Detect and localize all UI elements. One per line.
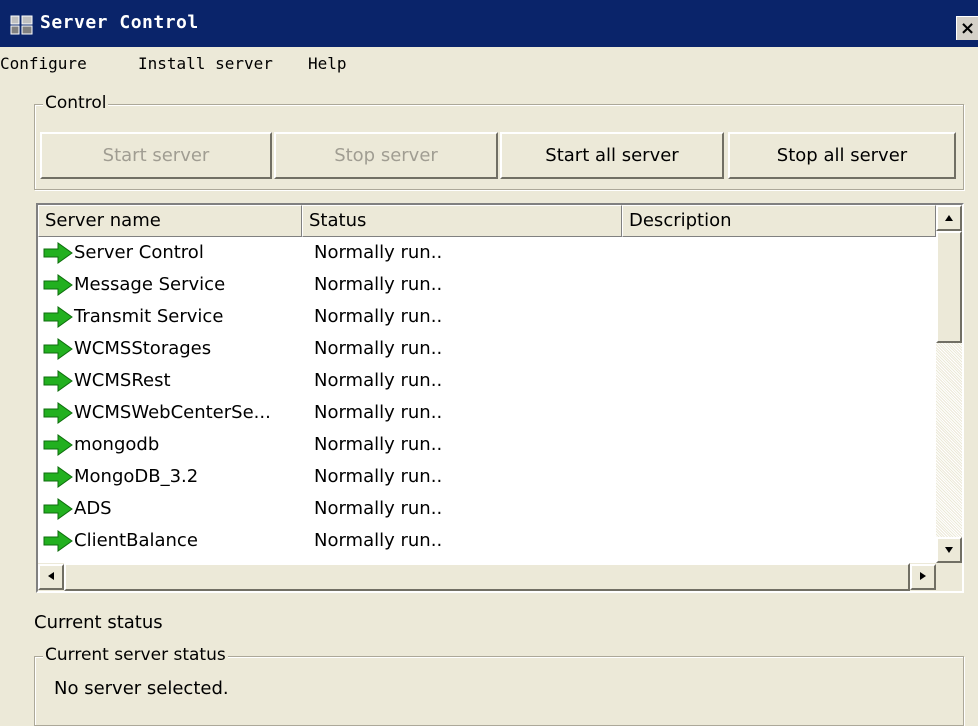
window-title: Server Control xyxy=(40,12,199,33)
table-row[interactable]: ADS Normally run.. xyxy=(38,493,936,525)
menu-install-server[interactable]: Install server xyxy=(138,54,273,73)
green-arrow-icon xyxy=(43,466,73,488)
server-name: Server Control xyxy=(74,242,204,263)
server-name: MongoDB_3.2 xyxy=(74,466,199,487)
server-list[interactable]: Server name Status Description Server Co… xyxy=(36,203,964,593)
horizontal-scrollbar[interactable] xyxy=(38,563,936,591)
server-status: Normally run.. xyxy=(314,306,443,327)
green-arrow-icon xyxy=(43,498,73,520)
current-status-label: Current status xyxy=(34,612,163,633)
scroll-right-button[interactable] xyxy=(910,564,936,590)
close-button[interactable]: × xyxy=(956,16,978,40)
table-row[interactable]: MongoDB_3.2 Normally run.. xyxy=(38,461,936,493)
table-row[interactable]: WCMSWebCenterSe... Normally run.. xyxy=(38,397,936,429)
green-arrow-icon xyxy=(43,338,73,360)
server-status: Normally run.. xyxy=(314,466,443,487)
server-status: Normally run.. xyxy=(314,338,443,359)
arrow-right-icon xyxy=(920,572,926,580)
server-status: Normally run.. xyxy=(314,434,443,455)
vertical-scrollbar[interactable] xyxy=(936,205,962,563)
start-server-button[interactable]: Start server xyxy=(40,132,272,179)
menu-configure[interactable]: Configure xyxy=(0,54,87,73)
horizontal-scroll-thumb[interactable] xyxy=(64,563,910,591)
stop-all-server-button[interactable]: Stop all server xyxy=(728,132,956,179)
server-name: ClientBalance xyxy=(74,530,198,551)
scroll-down-button[interactable] xyxy=(936,537,962,563)
table-row[interactable]: Transmit Service Normally run.. xyxy=(38,301,936,333)
control-legend: Control xyxy=(43,93,109,113)
column-description[interactable]: Description xyxy=(622,205,936,237)
vertical-scroll-thumb[interactable] xyxy=(936,231,962,343)
server-status: Normally run.. xyxy=(314,530,443,551)
green-arrow-icon xyxy=(43,434,73,456)
green-arrow-icon xyxy=(43,370,73,392)
server-name: Transmit Service xyxy=(74,306,224,327)
arrow-down-icon xyxy=(945,547,953,553)
table-row[interactable]: Server Control Normally run.. xyxy=(38,237,936,269)
server-status: Normally run.. xyxy=(314,242,443,263)
current-server-status-legend: Current server status xyxy=(43,645,228,665)
green-arrow-icon xyxy=(43,242,73,264)
column-status[interactable]: Status xyxy=(302,205,622,237)
green-arrow-icon xyxy=(43,402,73,424)
scroll-corner xyxy=(936,563,962,591)
server-name: mongodb xyxy=(74,434,160,455)
start-all-server-button[interactable]: Start all server xyxy=(500,132,724,179)
menu-bar: Configure Install server Help xyxy=(0,50,978,78)
server-name: WCMSWebCenterSe... xyxy=(74,402,271,423)
list-header: Server name Status Description xyxy=(38,205,936,237)
close-icon: × xyxy=(959,18,976,39)
server-status: Normally run.. xyxy=(314,402,443,423)
current-server-status-message: No server selected. xyxy=(54,678,229,699)
table-row[interactable]: Message Service Normally run.. xyxy=(38,269,936,301)
arrow-left-icon xyxy=(48,572,54,580)
table-row[interactable]: mongodb Normally run.. xyxy=(38,429,936,461)
green-arrow-icon xyxy=(43,306,73,328)
server-app-icon xyxy=(10,15,33,35)
server-status: Normally run.. xyxy=(314,370,443,391)
green-arrow-icon xyxy=(43,274,73,296)
title-bar[interactable]: Server Control × xyxy=(0,0,978,47)
table-row[interactable]: WCMSStorages Normally run.. xyxy=(38,333,936,365)
table-row[interactable]: WCMSRest Normally run.. xyxy=(38,365,936,397)
scroll-left-button[interactable] xyxy=(38,564,64,590)
column-server-name[interactable]: Server name xyxy=(38,205,302,237)
menu-help[interactable]: Help xyxy=(308,54,347,73)
server-name: Message Service xyxy=(74,274,226,295)
server-name: ADS xyxy=(74,498,112,519)
green-arrow-icon xyxy=(43,530,73,552)
scroll-up-button[interactable] xyxy=(936,205,962,231)
arrow-up-icon xyxy=(945,215,953,221)
table-row[interactable]: ClientBalance Normally run.. xyxy=(38,525,936,557)
server-name: WCMSStorages xyxy=(74,338,212,359)
server-name: WCMSRest xyxy=(74,370,171,391)
server-status: Normally run.. xyxy=(314,274,443,295)
stop-server-button[interactable]: Stop server xyxy=(274,132,498,179)
server-status: Normally run.. xyxy=(314,498,443,519)
